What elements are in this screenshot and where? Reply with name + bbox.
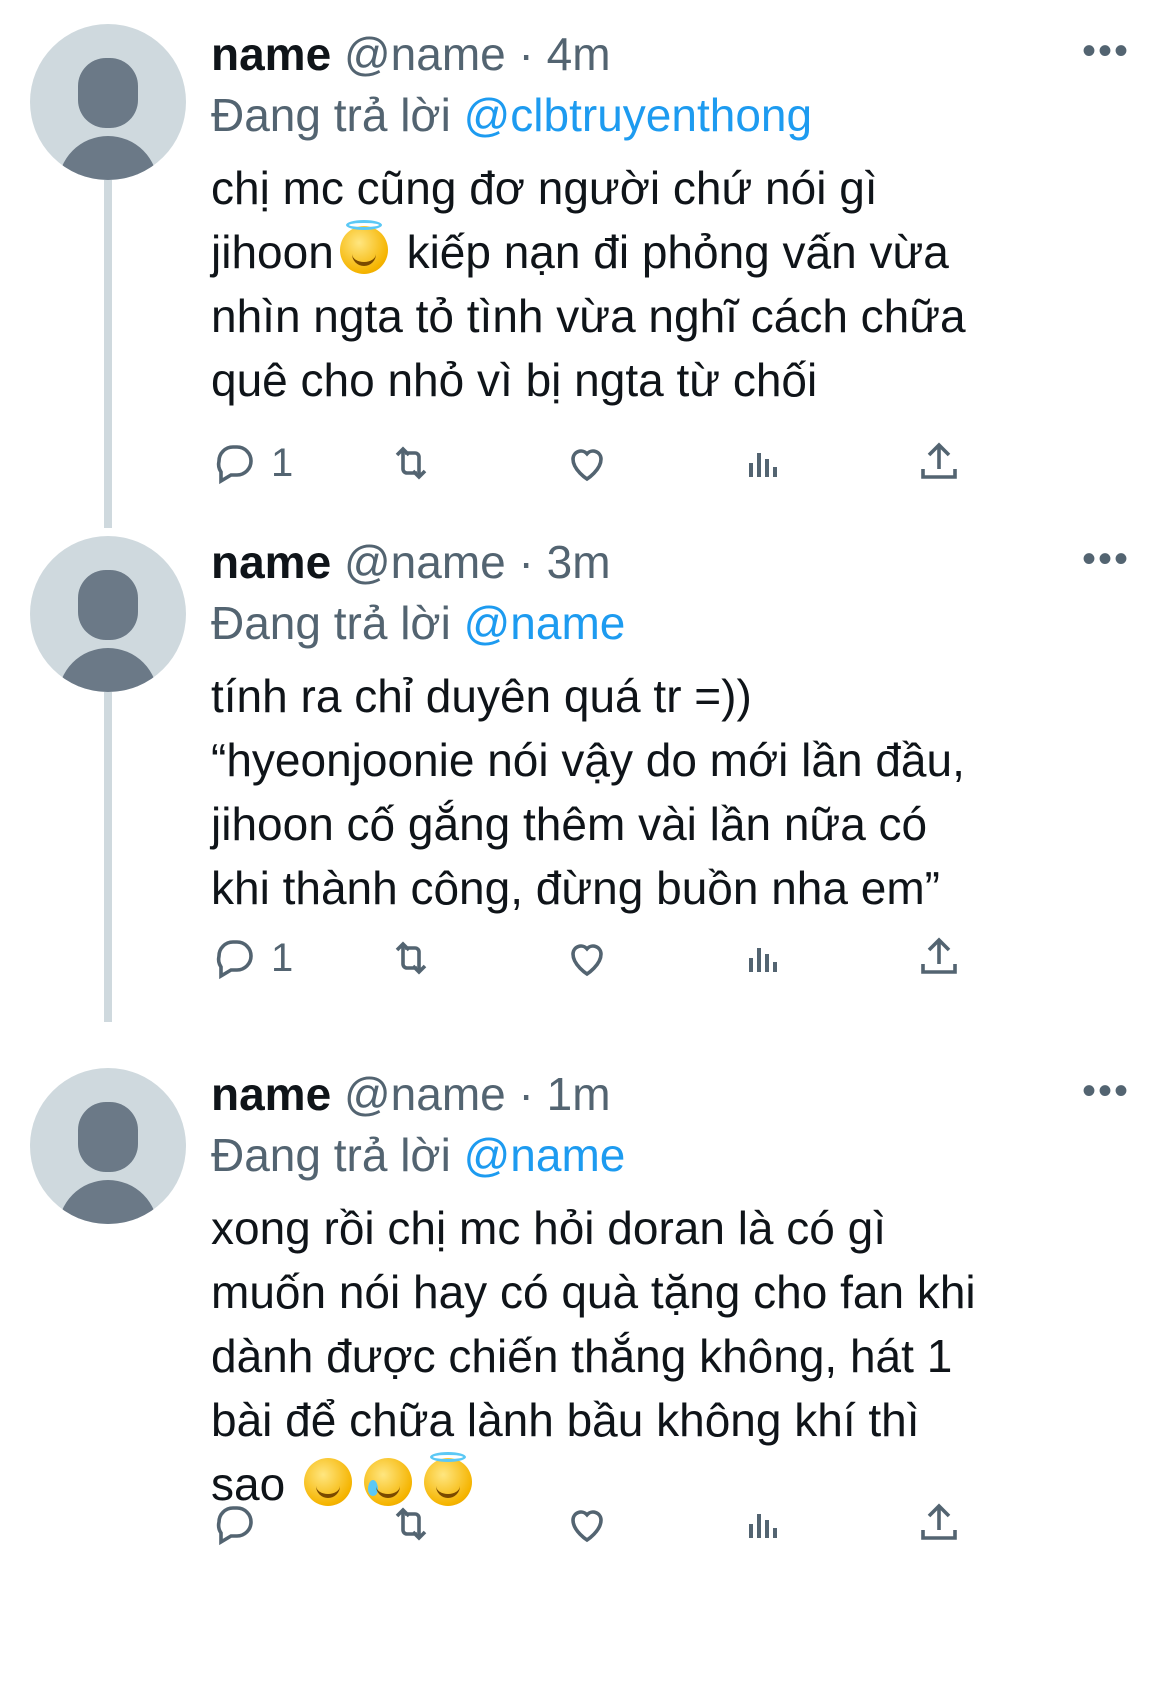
text-line: muốn nói hay có quà tặng cho fan khi <box>211 1266 976 1318</box>
retweet-icon <box>395 1507 427 1541</box>
replying-to: Đang trả lời @name <box>211 592 1130 654</box>
analytics-icon <box>749 1514 777 1538</box>
more-options-icon[interactable]: ••• <box>1082 31 1130 71</box>
views-button[interactable] <box>739 1494 787 1554</box>
retweet-button[interactable] <box>387 1494 435 1554</box>
like-button[interactable] <box>563 1494 611 1554</box>
analytics-icon <box>749 453 777 477</box>
text-fragment: kiếp nạn đi phỏng vấn vừa <box>406 226 949 278</box>
text-line: khi thành công, đừng buồn nha em” <box>211 862 940 914</box>
tweet-content: name @name · 4m ••• Đang trả lời @clbtru… <box>211 24 1130 412</box>
text-line: xong rồi chị mc hỏi doran là có gì <box>211 1202 887 1254</box>
heart-icon <box>571 449 603 482</box>
mention-link[interactable]: @clbtruyenthong <box>464 89 812 141</box>
avatar[interactable] <box>30 536 186 692</box>
tweet[interactable]: name @name · 3m ••• Đang trả lời @name t… <box>0 532 1170 1022</box>
retweet-button[interactable] <box>387 928 435 988</box>
replying-prefix: Đang trả lời <box>211 597 451 649</box>
tweet-text: chị mc cũng đơ người chứ nói gì jihoon k… <box>211 156 1131 412</box>
avatar-head-shape <box>78 58 138 128</box>
share-icon <box>921 442 957 479</box>
replying-to: Đang trả lời @name <box>211 1124 1130 1186</box>
views-button[interactable] <box>739 928 787 988</box>
timestamp[interactable]: 4m <box>547 28 611 80</box>
share-button[interactable] <box>915 928 963 988</box>
mention-link[interactable]: @name <box>464 597 626 649</box>
thread-connector <box>104 692 112 1022</box>
share-button[interactable] <box>915 433 963 493</box>
text-line: tính ra chỉ duyên quá tr =)) <box>211 670 752 722</box>
reply-button[interactable] <box>211 1494 271 1554</box>
avatar-body-shape <box>58 1180 158 1224</box>
replying-prefix: Đang trả lời <box>211 1129 451 1181</box>
tweet-header: name @name · 3m ••• <box>211 532 1130 592</box>
separator-dot: · <box>518 28 534 80</box>
user-handle[interactable]: @name <box>344 1068 506 1120</box>
retweet-button[interactable] <box>387 433 435 493</box>
avatar-head-shape <box>78 570 138 640</box>
text-line: nhìn ngta tỏ tình vừa nghĩ cách chữa <box>211 290 966 342</box>
tweet-text: tính ra chỉ duyên quá tr =)) “hyeonjooni… <box>211 664 1131 920</box>
timestamp[interactable]: 1m <box>547 1068 611 1120</box>
mention-link[interactable]: @name <box>464 1129 626 1181</box>
heart-icon <box>571 944 603 977</box>
action-bar: 1 <box>211 433 971 493</box>
replying-to: Đang trả lời @clbtruyenthong <box>211 84 1130 146</box>
tweet-content: name @name · 3m ••• Đang trả lời @name t… <box>211 532 1130 920</box>
like-button[interactable] <box>563 928 611 988</box>
action-bar: 1 <box>211 928 971 988</box>
tweet-text: xong rồi chị mc hỏi doran là có gì muốn … <box>211 1196 1131 1516</box>
separator-dot: · <box>518 536 534 588</box>
reply-count: 1 <box>271 440 294 485</box>
more-options-icon[interactable]: ••• <box>1082 539 1130 579</box>
tweet-header: name @name · 1m ••• <box>211 1064 1130 1124</box>
text-fragment: jihoon <box>211 226 334 278</box>
action-bar <box>211 1494 971 1554</box>
text-line: jihoon cố gắng thêm vài lần nữa có <box>211 798 928 850</box>
more-options-icon[interactable]: ••• <box>1082 1071 1130 1111</box>
analytics-icon <box>749 948 777 972</box>
heart-icon <box>571 1510 603 1543</box>
avatar-body-shape <box>58 648 158 692</box>
tweet-header: name @name · 4m ••• <box>211 24 1130 84</box>
text-line: quê cho nhỏ vì bị ngta từ chối <box>211 354 818 406</box>
reply-button[interactable]: 1 <box>211 928 293 988</box>
like-button[interactable] <box>563 433 611 493</box>
smiling-face-with-halo-emoji-icon <box>339 220 388 274</box>
reply-icon <box>216 1506 253 1546</box>
timestamp[interactable]: 3m <box>547 536 611 588</box>
display-name[interactable]: name <box>211 28 331 80</box>
share-icon <box>921 1503 957 1540</box>
share-icon <box>921 937 957 974</box>
share-button[interactable] <box>915 1494 963 1554</box>
avatar[interactable] <box>30 1068 186 1224</box>
text-line: chị mc cũng đơ người chứ nói gì <box>211 162 878 214</box>
user-handle[interactable]: @name <box>344 28 506 80</box>
text-line: jihoon kiếp nạn đi phỏng vấn vừa <box>211 220 1131 284</box>
views-button[interactable] <box>739 433 787 493</box>
text-line: dành được chiến thắng không, hát 1 <box>211 1330 953 1382</box>
tweet[interactable]: name @name · 1m ••• Đang trả lời @name x… <box>0 1064 1170 1697</box>
display-name[interactable]: name <box>211 536 331 588</box>
reply-icon <box>216 445 253 485</box>
text-line: bài để chữa lành bầu không khí thì <box>211 1394 920 1446</box>
reply-count: 1 <box>271 935 294 980</box>
tweet-content: name @name · 1m ••• Đang trả lời @name x… <box>211 1064 1130 1516</box>
display-name[interactable]: name <box>211 1068 331 1120</box>
tweet[interactable]: name @name · 4m ••• Đang trả lời @clbtru… <box>0 0 1170 528</box>
user-handle[interactable]: @name <box>344 536 506 588</box>
reply-button[interactable]: 1 <box>211 433 293 493</box>
separator-dot: · <box>518 1068 534 1120</box>
text-line: “hyeonjoonie nói vậy do mới lần đầu, <box>211 734 965 786</box>
reply-icon <box>216 940 253 980</box>
thread-connector <box>104 180 112 528</box>
avatar-body-shape <box>58 136 158 180</box>
retweet-icon <box>395 941 427 975</box>
avatar[interactable] <box>30 24 186 180</box>
retweet-icon <box>395 446 427 480</box>
replying-prefix: Đang trả lời <box>211 89 451 141</box>
avatar-head-shape <box>78 1102 138 1172</box>
